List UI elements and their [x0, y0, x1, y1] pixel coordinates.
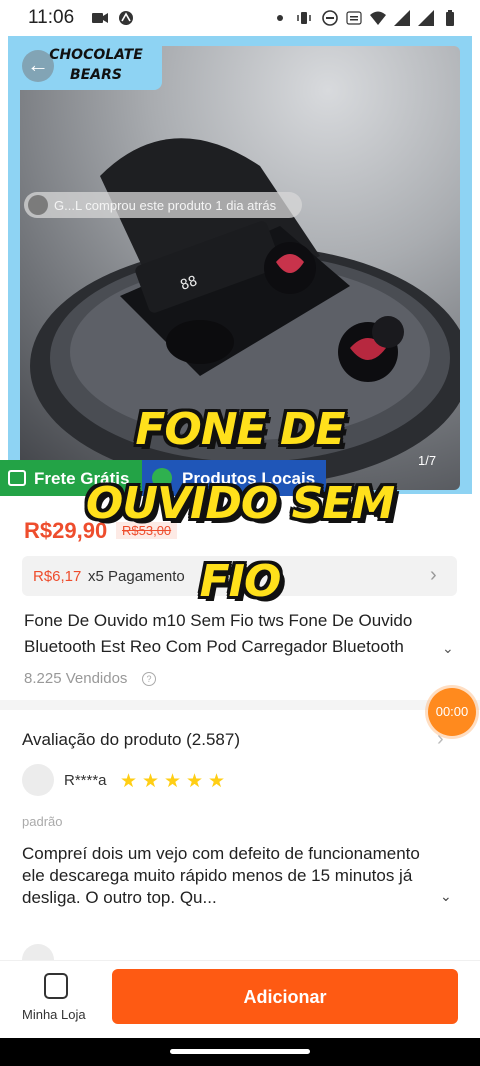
do-not-disturb-icon	[322, 10, 338, 26]
caption-line-3: FIO	[199, 556, 282, 607]
back-button[interactable]: ←	[22, 50, 54, 82]
review-text: Compreí dois um vejo com defeito de func…	[22, 844, 420, 907]
add-to-cart-button[interactable]: Adicionar	[112, 969, 458, 1024]
app-notification-icon	[119, 11, 133, 25]
product-title-line2: Bluetooth Est Reo Com Pod Carregador Blu…	[24, 637, 404, 656]
reward-timer[interactable]: 00:00	[428, 688, 476, 736]
caption-line-2: OUVIDO SEM	[85, 478, 395, 529]
chevron-down-icon[interactable]: ⌄	[442, 640, 454, 657]
video-icon	[92, 13, 108, 23]
reviews-title[interactable]: Avaliação do produto (2.587)	[22, 730, 240, 750]
store-label[interactable]: Minha Loja	[22, 1007, 86, 1022]
signal-2-icon	[418, 10, 434, 26]
star-icon: ★	[164, 771, 182, 792]
product-title-line1: Fone De Ouvido m10 Sem Fio tws Fone De O…	[24, 611, 413, 630]
info-icon[interactable]: ?	[142, 672, 156, 686]
chevron-right-icon[interactable]: ›	[437, 728, 444, 751]
image-counter: 1/7	[418, 453, 437, 468]
status-time: 11:06	[28, 7, 75, 28]
arrow-left-icon: ←	[27, 52, 49, 77]
battery-icon	[446, 10, 454, 26]
star-icon: ★	[208, 771, 226, 792]
star-icon: ★	[142, 771, 160, 792]
star-icon: ★	[120, 771, 138, 792]
store-icon[interactable]	[44, 973, 68, 999]
home-indicator[interactable]	[170, 1049, 310, 1054]
buyer-avatar	[28, 195, 48, 215]
signal-icon	[394, 10, 410, 26]
caption-line-1: FONE DE	[135, 404, 345, 455]
avatar	[22, 764, 54, 796]
star-icon: ★	[186, 771, 204, 792]
product-title[interactable]: Fone De Ouvido m10 Sem Fio tws Fone De O…	[24, 608, 436, 660]
volte-icon	[346, 11, 362, 25]
review-variant: padrão	[22, 814, 63, 829]
sold-count: 8.225 Vendidos	[24, 670, 128, 687]
wifi-icon	[370, 11, 386, 25]
dot-icon	[277, 15, 283, 21]
section-divider	[0, 700, 480, 710]
chevron-down-icon[interactable]: ⌄	[440, 888, 452, 905]
reviewer-name: R****a	[64, 772, 107, 789]
vibrate-icon	[297, 12, 311, 24]
recent-purchase-text: G...L comprou este produto 1 dia atrás	[54, 198, 277, 213]
brand-name: CHOCOLATE BEARS	[49, 47, 143, 83]
